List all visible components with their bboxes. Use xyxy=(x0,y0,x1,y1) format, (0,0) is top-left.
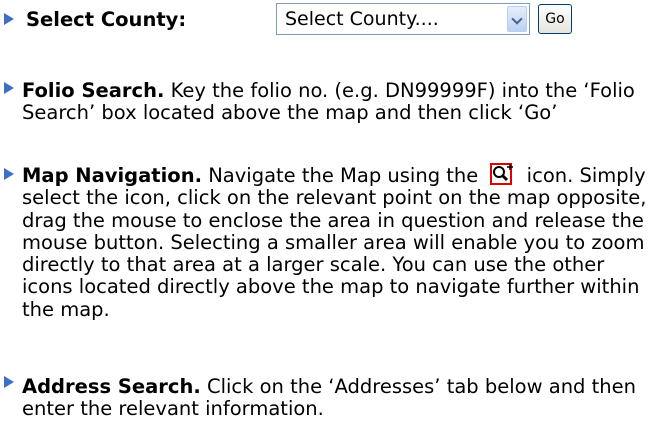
address-search-paragraph: Address Search. Click on the ‘Addresses’… xyxy=(22,375,658,421)
bullet-arrow-icon xyxy=(4,13,14,25)
chevron-down-icon[interactable] xyxy=(507,6,527,32)
go-button[interactable]: Go xyxy=(538,4,572,34)
map-navigation-title: Map Navigation. xyxy=(22,164,202,187)
zoom-in-icon xyxy=(484,163,520,185)
map-navigation-text-before: Navigate the Map using the xyxy=(202,164,485,187)
address-search-title: Address Search. xyxy=(22,375,201,398)
folio-search-paragraph: Folio Search. Key the folio no. (e.g. DN… xyxy=(22,79,658,125)
map-navigation-paragraph: Map Navigation. Navigate the Map using t… xyxy=(22,163,658,321)
bullet-arrow-icon xyxy=(4,168,14,180)
county-select[interactable]: Select County.... xyxy=(276,3,530,35)
folio-search-title: Folio Search. xyxy=(22,79,165,102)
county-select-value: Select County.... xyxy=(285,8,439,30)
map-navigation-text-after: icon. Simply select the icon, click on t… xyxy=(22,164,647,321)
bullet-arrow-icon xyxy=(4,376,14,388)
bullet-arrow-icon xyxy=(4,82,14,94)
select-county-label: Select County: xyxy=(26,8,187,31)
